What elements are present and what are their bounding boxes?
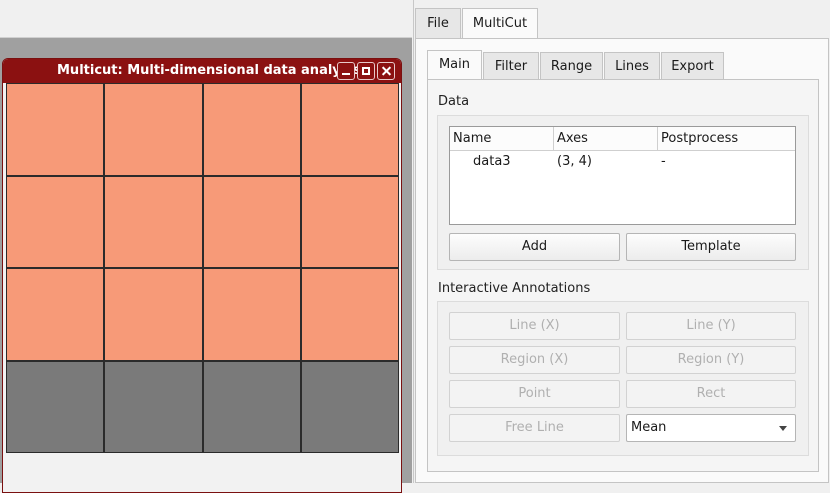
plot-cell[interactable] [7,269,104,360]
plot-grid[interactable] [6,83,399,453]
point-button[interactable]: Point [449,380,620,408]
mdi-workspace: Multicut: Multi-dimensional data analysi… [0,38,412,493]
plot-cell-empty[interactable] [203,361,300,452]
plot-cell[interactable] [203,269,300,360]
row-axes: (3, 4) [557,154,592,169]
column-header-name[interactable]: Name [450,127,554,151]
tab-filter[interactable]: Filter [483,52,539,80]
tab-main[interactable]: Main [427,50,482,81]
template-button[interactable]: Template [626,233,796,261]
add-button[interactable]: Add [449,233,620,261]
data-group: Name Axes Postprocess data3 (3, 4) - Add… [437,115,809,270]
region-x-button[interactable]: Region (X) [449,346,620,374]
plot-cell[interactable] [105,84,202,175]
rect-button[interactable]: Rect [626,380,796,408]
data-table[interactable]: Name Axes Postprocess data3 (3, 4) - [449,126,796,225]
chevron-down-icon [779,426,787,431]
plot-cell[interactable] [105,176,202,267]
row-name: data3 [473,154,511,169]
free-line-button[interactable]: Free Line [449,414,620,442]
subwindow-title: Multicut: Multi-dimensional data analysi… [57,63,361,78]
tab-file[interactable]: File [415,8,461,38]
region-y-button[interactable]: Region (Y) [626,346,796,374]
tab-export[interactable]: Export [661,52,724,80]
data-table-header: Name Axes Postprocess [450,127,795,151]
plot-cell[interactable] [7,176,104,267]
annotations-group: Line (X) Line (Y) Region (X) Region (Y) … [437,301,809,456]
plot-cell[interactable] [203,176,300,267]
line-x-button[interactable]: Line (X) [449,312,620,340]
tab-range[interactable]: Range [540,52,603,80]
mode-select-value: Mean [631,420,667,435]
minimize-icon[interactable] [337,62,355,80]
main-tab-pane: Data Name Axes Postprocess data3 (3, 4) … [427,79,819,472]
close-icon[interactable] [377,62,395,80]
plot-cell-empty[interactable] [7,361,104,452]
multicut-pane: Main Filter Range Lines Export Data Name… [415,38,829,483]
annotations-group-label: Interactive Annotations [438,281,591,296]
control-panel: File MultiCut Main Filter Range Lines Ex… [413,0,830,483]
plot-cell[interactable] [105,269,202,360]
plot-cell[interactable] [203,84,300,175]
column-header-axes[interactable]: Axes [554,127,658,151]
plot-cell[interactable] [301,84,398,175]
plot-cell-empty[interactable] [301,361,398,452]
subwindow-titlebar[interactable]: Multicut: Multi-dimensional data analysi… [3,59,401,83]
line-y-button[interactable]: Line (Y) [626,312,796,340]
plot-cell-empty[interactable] [105,361,202,452]
plot-cell[interactable] [301,269,398,360]
workspace-top-strip [0,0,412,38]
maximize-icon[interactable] [357,62,375,80]
multicut-subwindow[interactable]: Multicut: Multi-dimensional data analysi… [2,58,402,493]
tab-lines[interactable]: Lines [604,52,660,80]
row-postprocess: - [661,154,666,169]
data-group-label: Data [438,94,470,109]
plot-cell[interactable] [7,84,104,175]
mode-select[interactable]: Mean [626,414,796,442]
plot-cell[interactable] [301,176,398,267]
tab-multicut[interactable]: MultiCut [462,8,538,39]
column-header-postprocess[interactable]: Postprocess [658,127,795,151]
